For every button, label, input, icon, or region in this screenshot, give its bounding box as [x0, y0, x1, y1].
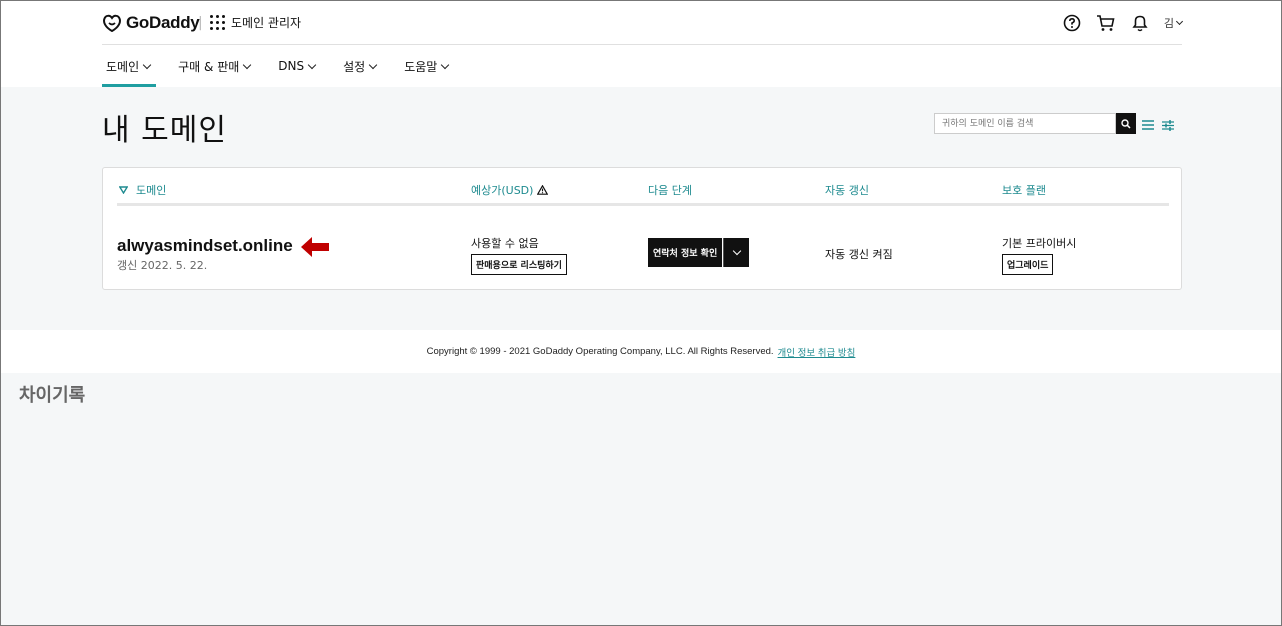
footer: Copyright © 1999 - 2021 GoDaddy Operatin… [1, 330, 1281, 373]
search-button[interactable] [1116, 113, 1136, 134]
history-label: 차이기록 [19, 385, 86, 406]
user-name: 김 [1163, 17, 1174, 30]
nav-item-label: 도움말 [404, 59, 438, 74]
chevron-down-icon [243, 60, 252, 69]
godaddy-logo-icon [103, 14, 121, 32]
header-separator: | [198, 15, 203, 31]
top-header: GoDaddy | 도메인 관리자 김 도메인 구매 & 판매 DNS 설정 도… [1, 1, 1281, 87]
column-header-domain[interactable]: 도메인 [119, 182, 166, 198]
search-icon [1121, 118, 1131, 129]
protection-cell: 기본 프라이버시 업그레이드 [1002, 235, 1076, 275]
nav-item-help[interactable]: 도움말 [400, 45, 452, 87]
column-label: 도메인 [136, 184, 167, 197]
list-for-sale-button[interactable]: 판매용으로 리스팅하기 [471, 254, 567, 275]
next-step-split-button: 연락처 정보 확인 [648, 238, 750, 267]
nav-item-label: DNS [278, 59, 305, 73]
nav-item-dns[interactable]: DNS [274, 45, 319, 87]
column-header-protection: 보호 플랜 [1002, 182, 1046, 198]
app-switcher[interactable]: 도메인 관리자 [210, 14, 301, 31]
nav-item-buy-sell[interactable]: 구매 & 판매 [174, 45, 254, 87]
godaddy-logo[interactable]: GoDaddy [102, 13, 200, 33]
help-icon[interactable] [1062, 13, 1082, 33]
nav-item-label: 설정 [343, 59, 366, 74]
header-inner: GoDaddy | 도메인 관리자 김 도메인 구매 & 판매 DNS 설정 도… [102, 1, 1184, 87]
column-label: 예상가(USD) [471, 184, 534, 197]
list-view-icon[interactable] [1142, 120, 1154, 131]
nav-item-domains[interactable]: 도메인 [102, 45, 157, 87]
view-controls [1142, 120, 1174, 131]
privacy-policy-link[interactable]: 개인 정보 취급 방침 [778, 345, 856, 359]
chevron-down-icon [1175, 17, 1184, 26]
column-header-next-step: 다음 단계 [648, 182, 692, 198]
search-input[interactable] [934, 113, 1116, 134]
brand-row: GoDaddy | 도메인 관리자 김 [102, 1, 1184, 45]
chevron-down-icon [307, 60, 317, 69]
header-actions: 김 [1062, 13, 1184, 33]
chevron-down-icon [142, 60, 152, 69]
next-step-dropdown-button[interactable] [723, 238, 750, 267]
warning-icon [537, 185, 549, 195]
protection-plan: 기본 프라이버시 [1002, 237, 1077, 250]
price-status: 사용할 수 없음 [471, 237, 539, 250]
column-header-auto-renew: 자동 갱신 [825, 182, 869, 198]
user-menu[interactable]: 김 [1163, 15, 1184, 31]
chevron-down-icon [732, 246, 741, 256]
column-label: 자동 갱신 [825, 184, 869, 197]
main-nav: 도메인 구매 & 판매 DNS 설정 도움말 [102, 45, 472, 87]
nav-item-label: 구매 & 판매 [178, 59, 240, 74]
cart-icon[interactable] [1096, 13, 1116, 33]
logo-text: GoDaddy [126, 13, 200, 32]
app-name: 도메인 관리자 [231, 16, 302, 30]
nav-item-label: 도메인 [106, 59, 140, 74]
chevron-down-icon [441, 60, 450, 69]
nav-item-settings[interactable]: 설정 [339, 45, 380, 87]
red-arrow-icon [301, 237, 329, 257]
filter-settings-icon[interactable] [1162, 120, 1174, 131]
renewal-date: 갱신 2022. 5. 22. [117, 259, 208, 272]
table-header: 도메인 예상가(USD) 다음 단계 자동 갱신 보호 플랜 [117, 168, 1169, 206]
domain-name-link[interactable]: alwyasmindset.online [117, 236, 293, 256]
bell-icon[interactable] [1130, 13, 1150, 33]
column-label: 다음 단계 [648, 184, 692, 197]
copyright-text: Copyright © 1999 - 2021 GoDaddy Operatin… [426, 346, 774, 357]
app-grid-icon [210, 15, 225, 30]
sort-triangle-icon [119, 186, 128, 194]
verify-contact-button[interactable]: 연락처 정보 확인 [648, 238, 723, 267]
domains-table: 도메인 예상가(USD) 다음 단계 자동 갱신 보호 플랜 alwyasmin… [102, 167, 1182, 290]
upgrade-button[interactable]: 업그레이드 [1002, 254, 1054, 275]
auto-renew-status: 자동 갱신 켜짐 [825, 248, 893, 261]
price-cell: 사용할 수 없음 판매용으로 리스팅하기 [471, 235, 567, 275]
page-title: 내 도메인 [102, 113, 227, 148]
chevron-down-icon [368, 60, 378, 69]
column-label: 보호 플랜 [1002, 184, 1046, 197]
domain-search [934, 113, 1136, 134]
column-header-price[interactable]: 예상가(USD) [471, 182, 549, 198]
